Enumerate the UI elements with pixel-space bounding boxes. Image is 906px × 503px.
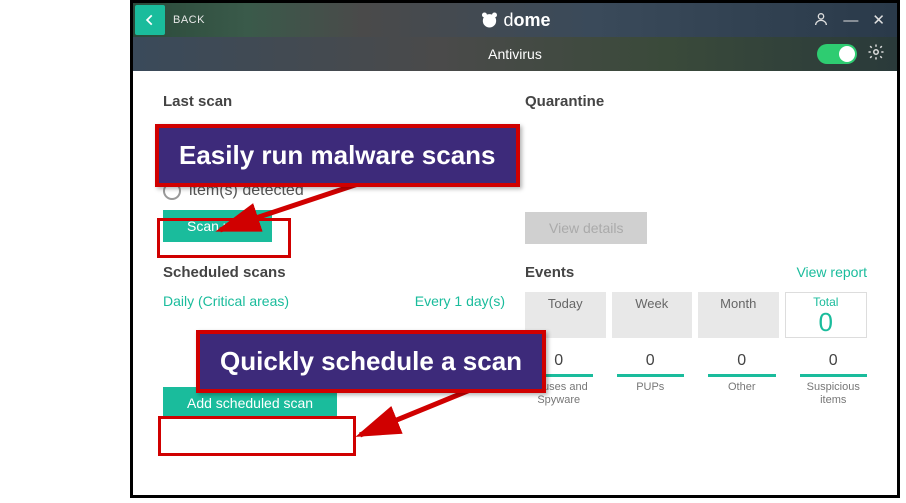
brand: dome — [479, 10, 550, 31]
close-button[interactable]: ✕ — [872, 13, 885, 28]
tab-month[interactable]: Month — [698, 292, 779, 338]
scheduled-heading: Scheduled scans — [163, 264, 505, 281]
last-scan-heading: Last scan — [163, 93, 505, 110]
scheduled-item-name: Daily (Critical areas) — [163, 293, 289, 309]
tab-total[interactable]: Total 0 — [785, 292, 868, 338]
back-button[interactable] — [135, 5, 165, 35]
scheduled-item-freq: Every 1 day(s) — [415, 293, 505, 309]
scheduled-item[interactable]: Daily (Critical areas) Every 1 day(s) — [163, 293, 505, 309]
callout-scan: Easily run malware scans — [155, 124, 520, 187]
scan-now-button[interactable]: Scan now — [163, 210, 272, 242]
section-title: Antivirus — [488, 46, 542, 62]
view-details-button[interactable]: View details — [525, 212, 647, 244]
app-window: BACK dome — ✕ Antivirus Last scan item(s… — [130, 0, 900, 498]
quarantine-section: Quarantine View details — [525, 93, 867, 244]
stat-suspicious: 0Suspicious items — [800, 352, 868, 407]
gear-icon[interactable] — [867, 43, 885, 66]
events-section: Events View report Today Week Month Tota… — [525, 264, 867, 419]
user-icon[interactable] — [813, 11, 829, 30]
chevron-left-icon — [143, 13, 157, 27]
section-bar: Antivirus — [133, 37, 897, 71]
stat-other: 0Other — [708, 352, 776, 407]
view-report-link[interactable]: View report — [796, 264, 867, 280]
antivirus-toggle[interactable] — [817, 44, 857, 64]
titlebar: BACK dome — ✕ — [133, 3, 897, 37]
events-stats: 0Viruses and Spyware 0PUPs 0Other 0Suspi… — [525, 352, 867, 407]
callout-schedule: Quickly schedule a scan — [196, 330, 546, 393]
events-tabs: Today Week Month Total 0 — [525, 292, 867, 338]
panda-logo-icon — [479, 10, 499, 30]
tab-week[interactable]: Week — [612, 292, 693, 338]
stat-pups: 0PUPs — [617, 352, 685, 407]
quarantine-heading: Quarantine — [525, 93, 867, 110]
minimize-button[interactable]: — — [843, 13, 858, 28]
events-heading: Events — [525, 264, 574, 281]
back-label: BACK — [173, 14, 205, 26]
window-controls: — ✕ — [813, 11, 897, 30]
tab-total-value: 0 — [788, 309, 865, 335]
brand-text: dome — [503, 10, 550, 31]
